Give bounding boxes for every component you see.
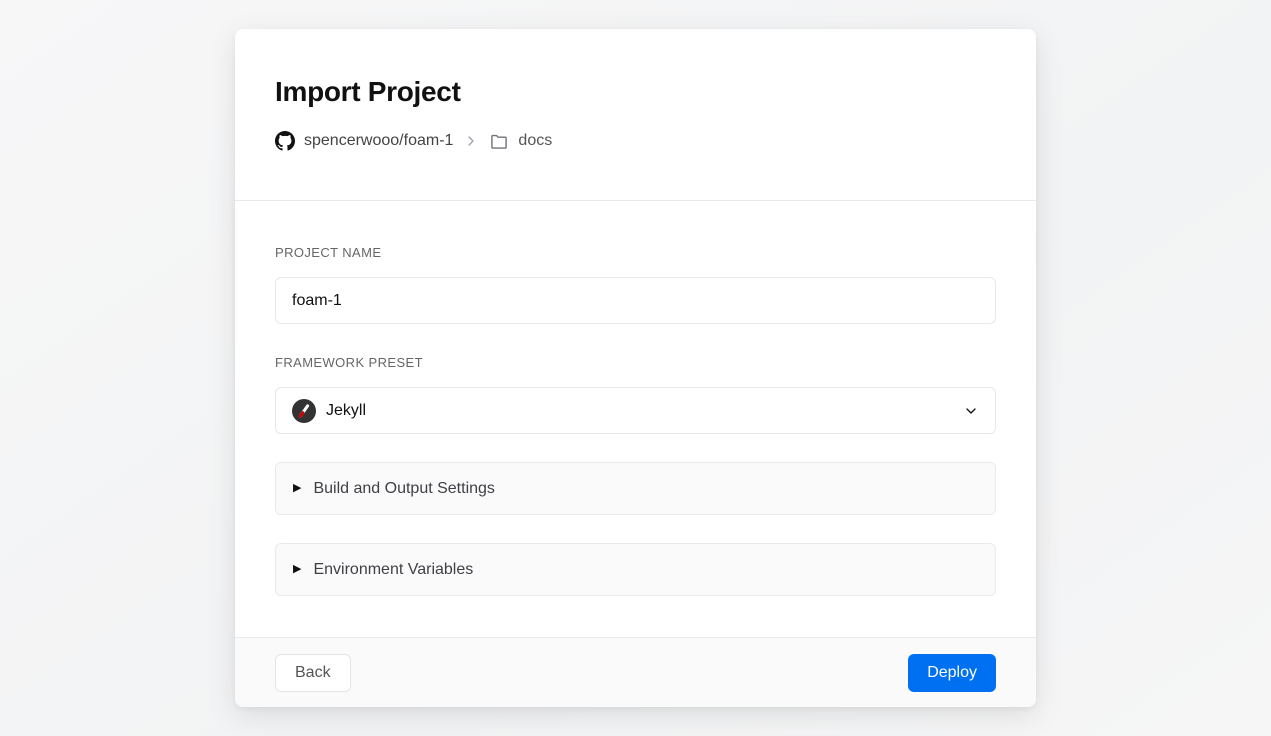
chevron-down-icon (963, 403, 979, 419)
modal-body: PROJECT NAME FRAMEWORK PRESET Jekyll (235, 201, 1036, 637)
build-output-settings-toggle[interactable]: ▶ Build and Output Settings (275, 462, 996, 515)
import-project-modal: Import Project spencerwooo/foam-1 (235, 29, 1036, 707)
modal-footer: Back Deploy (235, 637, 1036, 707)
framework-preset-label: FRAMEWORK PRESET (275, 355, 996, 370)
build-output-settings-label: Build and Output Settings (313, 480, 494, 498)
page-title: Import Project (275, 75, 996, 109)
environment-variables-toggle[interactable]: ▶ Environment Variables (275, 543, 996, 596)
breadcrumb-repo[interactable]: spencerwooo/foam-1 (275, 131, 453, 151)
breadcrumb-separator-icon (463, 133, 479, 149)
breadcrumb-directory[interactable]: docs (489, 131, 552, 151)
github-icon (275, 131, 295, 151)
expand-triangle-icon: ▶ (293, 564, 301, 575)
environment-variables-label: Environment Variables (313, 561, 473, 579)
breadcrumb-directory-label: docs (518, 132, 552, 150)
breadcrumb: spencerwooo/foam-1 docs (275, 131, 996, 151)
back-button[interactable]: Back (275, 654, 351, 692)
expand-triangle-icon: ▶ (293, 483, 301, 494)
framework-preset-value: Jekyll (326, 402, 366, 420)
project-name-input[interactable] (275, 277, 996, 324)
breadcrumb-repo-label: spencerwooo/foam-1 (304, 132, 453, 150)
folder-icon (489, 131, 509, 151)
jekyll-icon (292, 399, 316, 423)
project-name-label: PROJECT NAME (275, 245, 996, 260)
framework-preset-select[interactable]: Jekyll (275, 387, 996, 434)
modal-header: Import Project spencerwooo/foam-1 (235, 29, 1036, 201)
deploy-button[interactable]: Deploy (908, 654, 996, 692)
